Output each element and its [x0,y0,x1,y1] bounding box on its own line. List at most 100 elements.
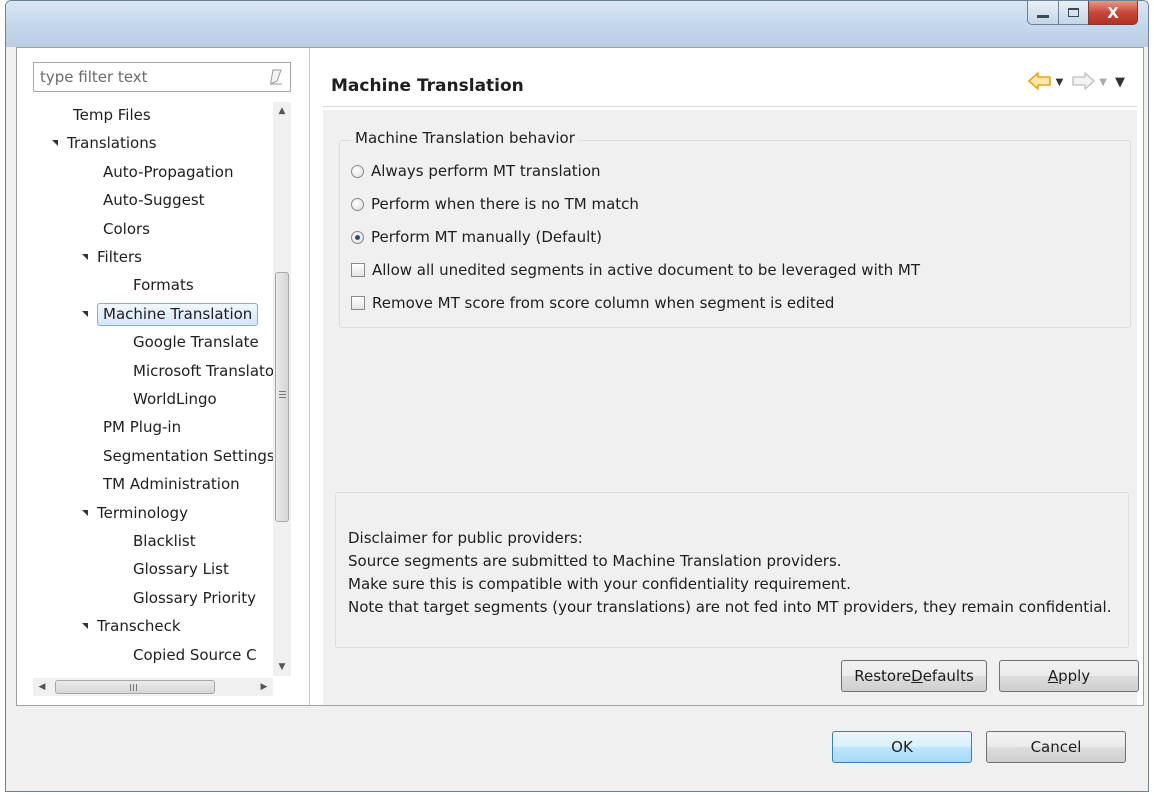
button-mnemonic: D [911,667,923,685]
tree-item-label: TM Administration [103,475,240,493]
settings-pane: Machine Translation ▼ ▼ ▼ Machine Transl… [311,48,1143,705]
maximize-button[interactable] [1058,1,1088,25]
back-history-dropdown-icon[interactable]: ▼ [1056,77,1064,88]
filter-input[interactable] [38,64,258,90]
option-remove-mt-score[interactable]: Remove MT score from score column when s… [351,292,834,314]
cancel-button[interactable]: Cancel [986,731,1126,763]
radio-perform-mt-manually[interactable] [351,230,364,244]
checkbox-allow-unedited-leverage[interactable] [351,263,365,277]
tree-item-label: Glossary List [133,560,229,578]
radio-perform-no-tm-match[interactable] [351,197,364,211]
minimize-button[interactable] [1027,1,1058,25]
option-label: Perform when there is no TM match [371,195,639,213]
minimize-icon [1037,15,1049,18]
restore-defaults-button[interactable]: Restore Defaults [841,660,987,692]
tree-item-label: Filters [97,248,142,266]
tree-item[interactable]: Machine Translation [82,301,259,327]
ok-label: OK [891,738,913,756]
preferences-content: Temp Files Translations Auto-Propagation Au… [16,47,1144,706]
tree-item[interactable]: Auto-Propagation [103,159,233,185]
tree-item[interactable]: Microsoft Translator [133,358,273,384]
tree-item[interactable]: Google Translate [133,329,259,355]
option-label: Perform MT manually (Default) [371,228,603,246]
tree-item-label: Transcheck [97,617,181,635]
close-button[interactable]: X [1088,1,1138,25]
tree-item-label: PM Plug-in [103,418,182,436]
tree-item[interactable]: Copied Source C [133,642,257,668]
button-label-part: pply [1058,667,1091,685]
header-divider [323,106,1137,107]
tree-item-label: Copied Source C [133,646,257,664]
disclaimer-line: Source segments are submitted to Machine… [348,552,842,570]
expand-toggle-icon[interactable] [82,254,88,260]
disclaimer-line: Make sure this is compatible with your c… [348,575,851,593]
expand-toggle-icon[interactable] [82,623,88,629]
radio-always-perform-mt[interactable] [351,164,364,178]
tree-item[interactable]: PM Plug-in [103,414,181,440]
tree-vertical-scrollbar[interactable]: ▲ ▼ [273,102,291,676]
apply-button[interactable]: Apply [999,660,1139,692]
horizontal-scroll-thumb[interactable] [55,680,215,694]
filter-field[interactable] [33,62,291,92]
option-perform-mt-manually[interactable]: Perform MT manually (Default) [351,226,602,248]
expand-toggle-icon[interactable] [52,140,58,146]
maximize-icon [1068,8,1079,17]
tree-item[interactable]: Glossary List [133,556,229,582]
option-always-perform-mt[interactable]: Always perform MT translation [351,160,601,182]
vertical-scroll-thumb[interactable] [275,272,289,522]
tree-item[interactable]: Glossary Priority [133,585,256,611]
tree-item[interactable]: Segmentation Settings [103,443,273,469]
tree-item-label: Glossary Priority [133,589,256,607]
tree-item[interactable]: Colors [103,216,150,242]
mt-behavior-group-label: Machine Translation behavior [351,129,579,147]
option-perform-no-tm-match[interactable]: Perform when there is no TM match [351,193,639,215]
clear-filter-icon[interactable] [269,69,283,89]
view-menu-icon[interactable]: ▼ [1115,75,1125,90]
tree-item-label: Temp Files [73,106,151,124]
option-label: Remove MT score from score column when s… [372,294,835,312]
tree-item[interactable]: Terminology [82,500,188,526]
tree-item-label: Google Translate [133,333,259,351]
tree-item[interactable]: Blacklist [133,528,196,554]
button-mnemonic: A [1047,667,1059,685]
tree-item[interactable]: Temp Files [73,102,151,128]
ok-button[interactable]: OK [832,731,972,763]
scroll-up-icon[interactable]: ▲ [273,102,291,120]
tree-item[interactable]: Translations [52,130,157,156]
tree-item-label: Translations [67,134,157,152]
scroll-down-icon[interactable]: ▼ [273,658,291,676]
dialog-footer: OK Cancel [6,707,1148,791]
tree-horizontal-scrollbar[interactable]: ◀ ▶ [33,678,273,696]
tree-item[interactable]: TM Administration [103,471,240,497]
option-label: Always perform MT translation [371,162,601,180]
tree-item-label: Colors [103,220,150,238]
tree-item-label: Formats [133,276,194,294]
forward-history-dropdown-icon[interactable]: ▼ [1099,77,1107,88]
window-controls: X [1027,1,1138,25]
button-label-part: efaults [922,667,974,685]
scroll-left-icon[interactable]: ◀ [33,678,51,696]
cancel-label: Cancel [1030,738,1082,756]
forward-arrow-icon[interactable] [1071,72,1096,93]
expand-toggle-icon[interactable] [82,311,88,317]
scroll-right-icon[interactable]: ▶ [255,678,273,696]
history-navigation: ▼ ▼ ▼ [1027,72,1129,93]
tree-item-label: WorldLingo [133,390,217,408]
tree-item-label: Terminology [97,504,188,522]
preferences-tree: Temp Files Translations Auto-Propagation Au… [17,102,273,676]
tree-item[interactable]: Auto-Suggest [103,187,205,213]
expand-toggle-icon[interactable] [82,510,88,516]
tree-item[interactable]: WorldLingo [133,386,217,412]
navigation-pane: Temp Files Translations Auto-Propagation Au… [17,48,310,705]
tree-item[interactable]: Transcheck [82,613,181,639]
option-allow-unedited-leverage[interactable]: Allow all unedited segments in active do… [351,259,920,281]
back-arrow-icon[interactable] [1027,72,1052,93]
tree-item-label: Auto-Suggest [103,191,205,209]
checkbox-remove-mt-score[interactable] [351,296,365,310]
tree-item[interactable]: Formats [133,272,194,298]
close-icon: X [1107,3,1119,22]
tree-item[interactable]: Filters [82,244,142,270]
disclaimer-line: Disclaimer for public providers: [348,529,583,547]
tree-item-label: Microsoft Translator [133,362,273,380]
title-bar[interactable]: X [6,1,1148,47]
